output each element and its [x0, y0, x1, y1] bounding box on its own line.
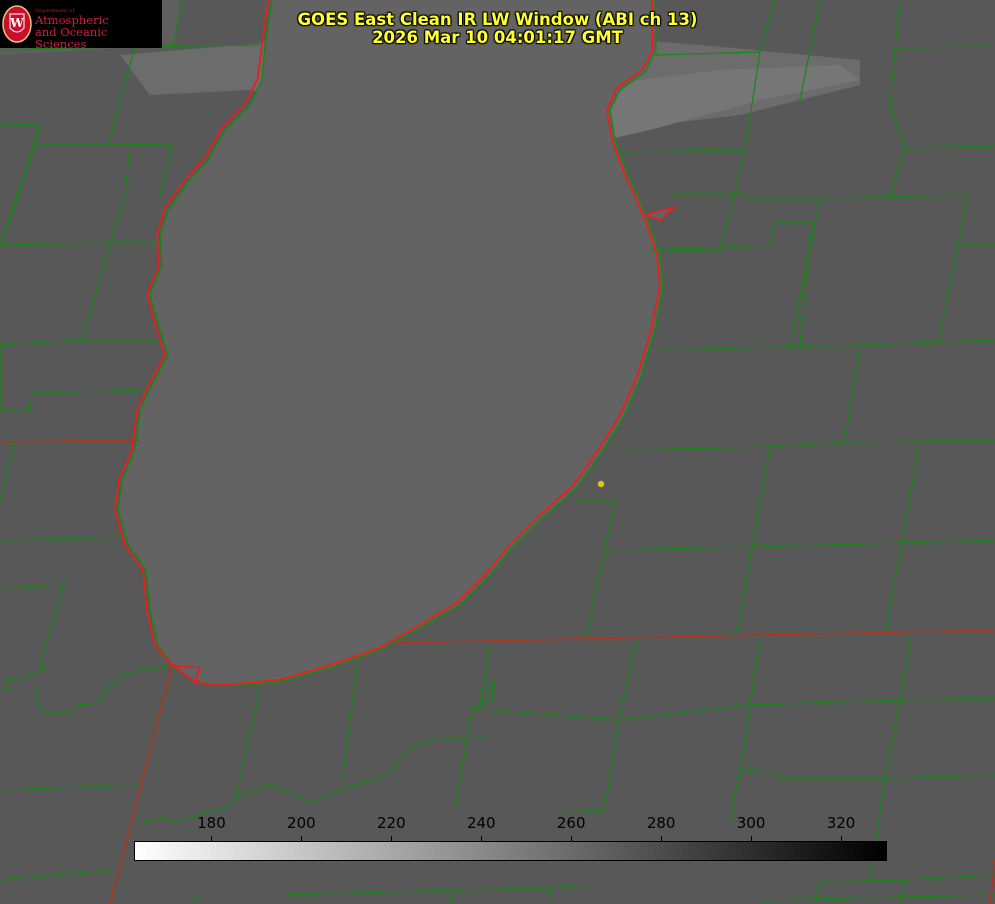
- colorbar-gradient: [134, 841, 887, 861]
- colorbar-tick-label: 220: [377, 814, 406, 832]
- colorbar-tick-label: 200: [287, 814, 316, 832]
- colorbar-tick-label: 320: [826, 814, 856, 832]
- colorbar-tick-label: 240: [466, 814, 496, 832]
- map-canvas: [0, 0, 995, 904]
- title-product: GOES East Clean IR LW Window (ABI ch 13): [297, 10, 698, 29]
- image-title: GOES East Clean IR LW Window (ABI ch 13)…: [0, 11, 995, 47]
- colorbar-tick-label: 280: [646, 814, 676, 832]
- city-point-icon: [597, 480, 605, 488]
- colorbar-legend: 180 200 220 240 260 280 300 320: [134, 812, 887, 861]
- title-timestamp: 2026 Mar 10 04:01:17 GMT: [372, 28, 623, 47]
- satellite-image-map: W Department of Atmospheric and Oceanic …: [0, 0, 995, 904]
- colorbar-tick-label: 260: [556, 814, 586, 832]
- colorbar-tick-label: 300: [736, 814, 766, 832]
- colorbar-tick-label: 180: [197, 814, 226, 832]
